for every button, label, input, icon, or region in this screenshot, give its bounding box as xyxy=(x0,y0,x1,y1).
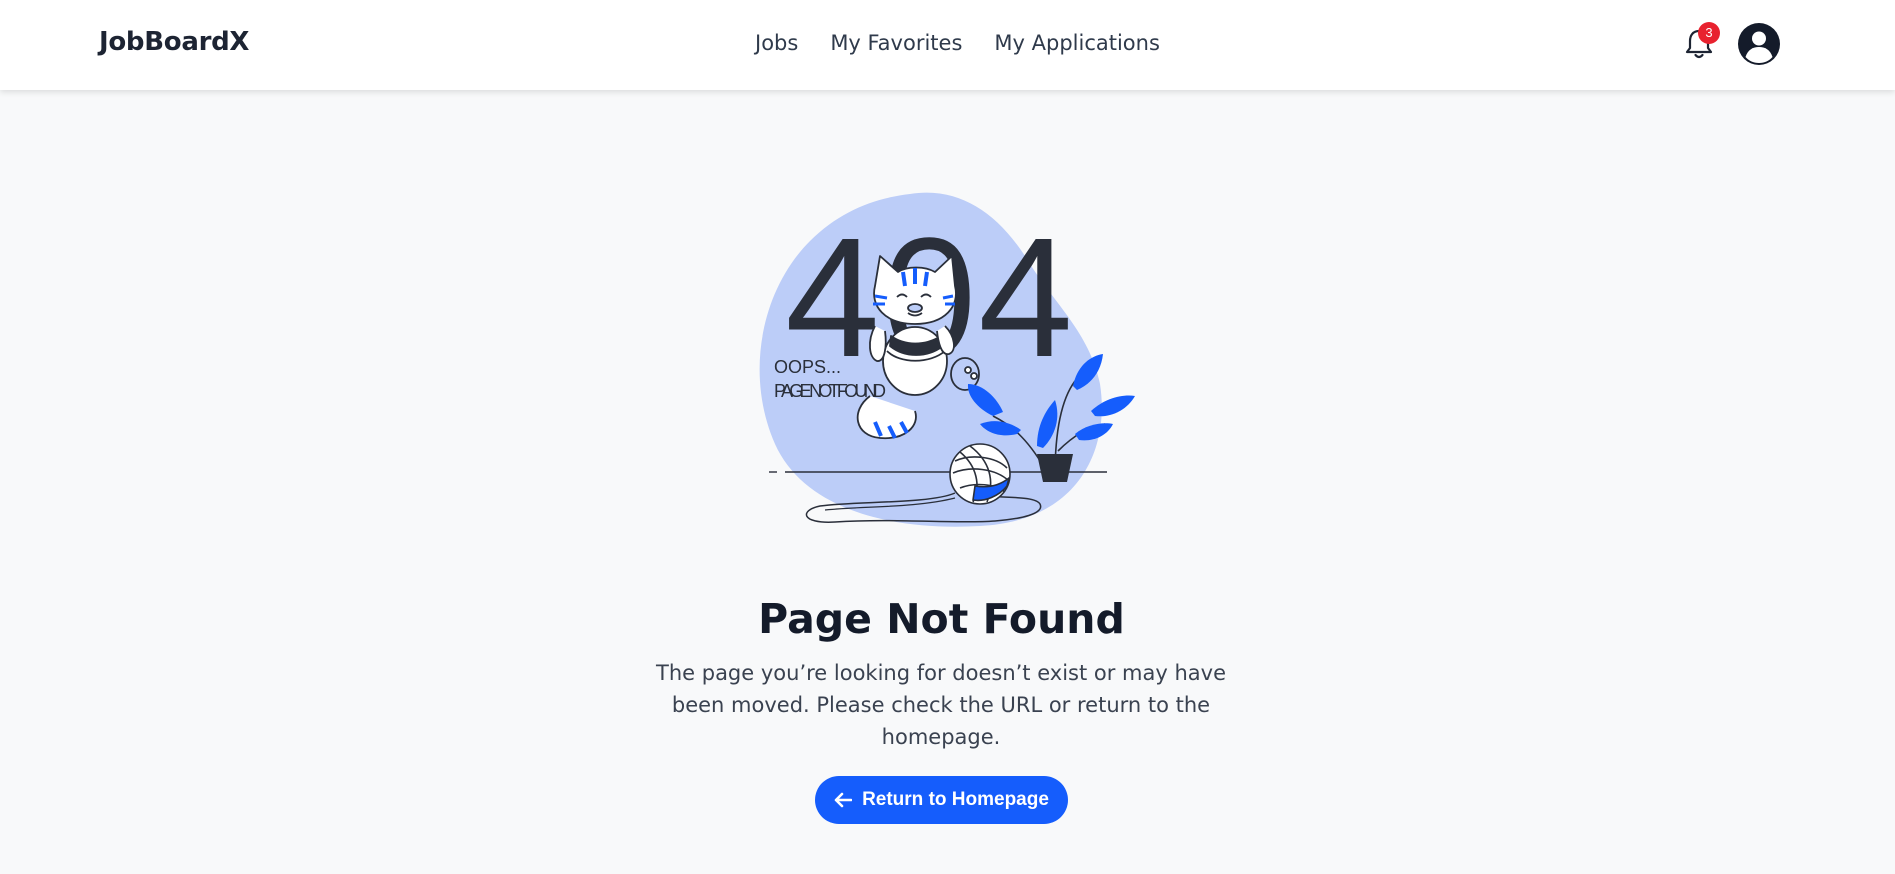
brand-logo[interactable]: JobBoardX xyxy=(99,27,249,57)
nav-item-my-applications[interactable]: My Applications xyxy=(994,31,1160,61)
return-to-homepage-label: Return to Homepage xyxy=(862,789,1049,810)
page-title: Page Not Found xyxy=(758,595,1125,643)
user-avatar-icon[interactable] xyxy=(1737,22,1781,66)
nav-item-jobs[interactable]: Jobs xyxy=(755,31,798,61)
return-to-homepage-button[interactable]: Return to Homepage xyxy=(815,776,1068,824)
nav-item-my-favorites[interactable]: My Favorites xyxy=(830,31,962,61)
error-message: The page you’re looking for doesn’t exis… xyxy=(656,661,1226,749)
main-nav: Jobs My Favorites My Applications xyxy=(755,31,1160,61)
illustration-oops-text: OOPS... xyxy=(774,357,841,377)
yarn-ball-drawing xyxy=(949,443,1011,505)
arrow-left-icon xyxy=(834,792,853,808)
404-cat-illustration: 404 OOPS... PAGE NOT FOUND xyxy=(759,192,1135,527)
top-navbar: JobBoardX Jobs My Favorites My Applicati… xyxy=(0,0,1895,90)
notification-count-badge: 3 xyxy=(1698,22,1720,44)
